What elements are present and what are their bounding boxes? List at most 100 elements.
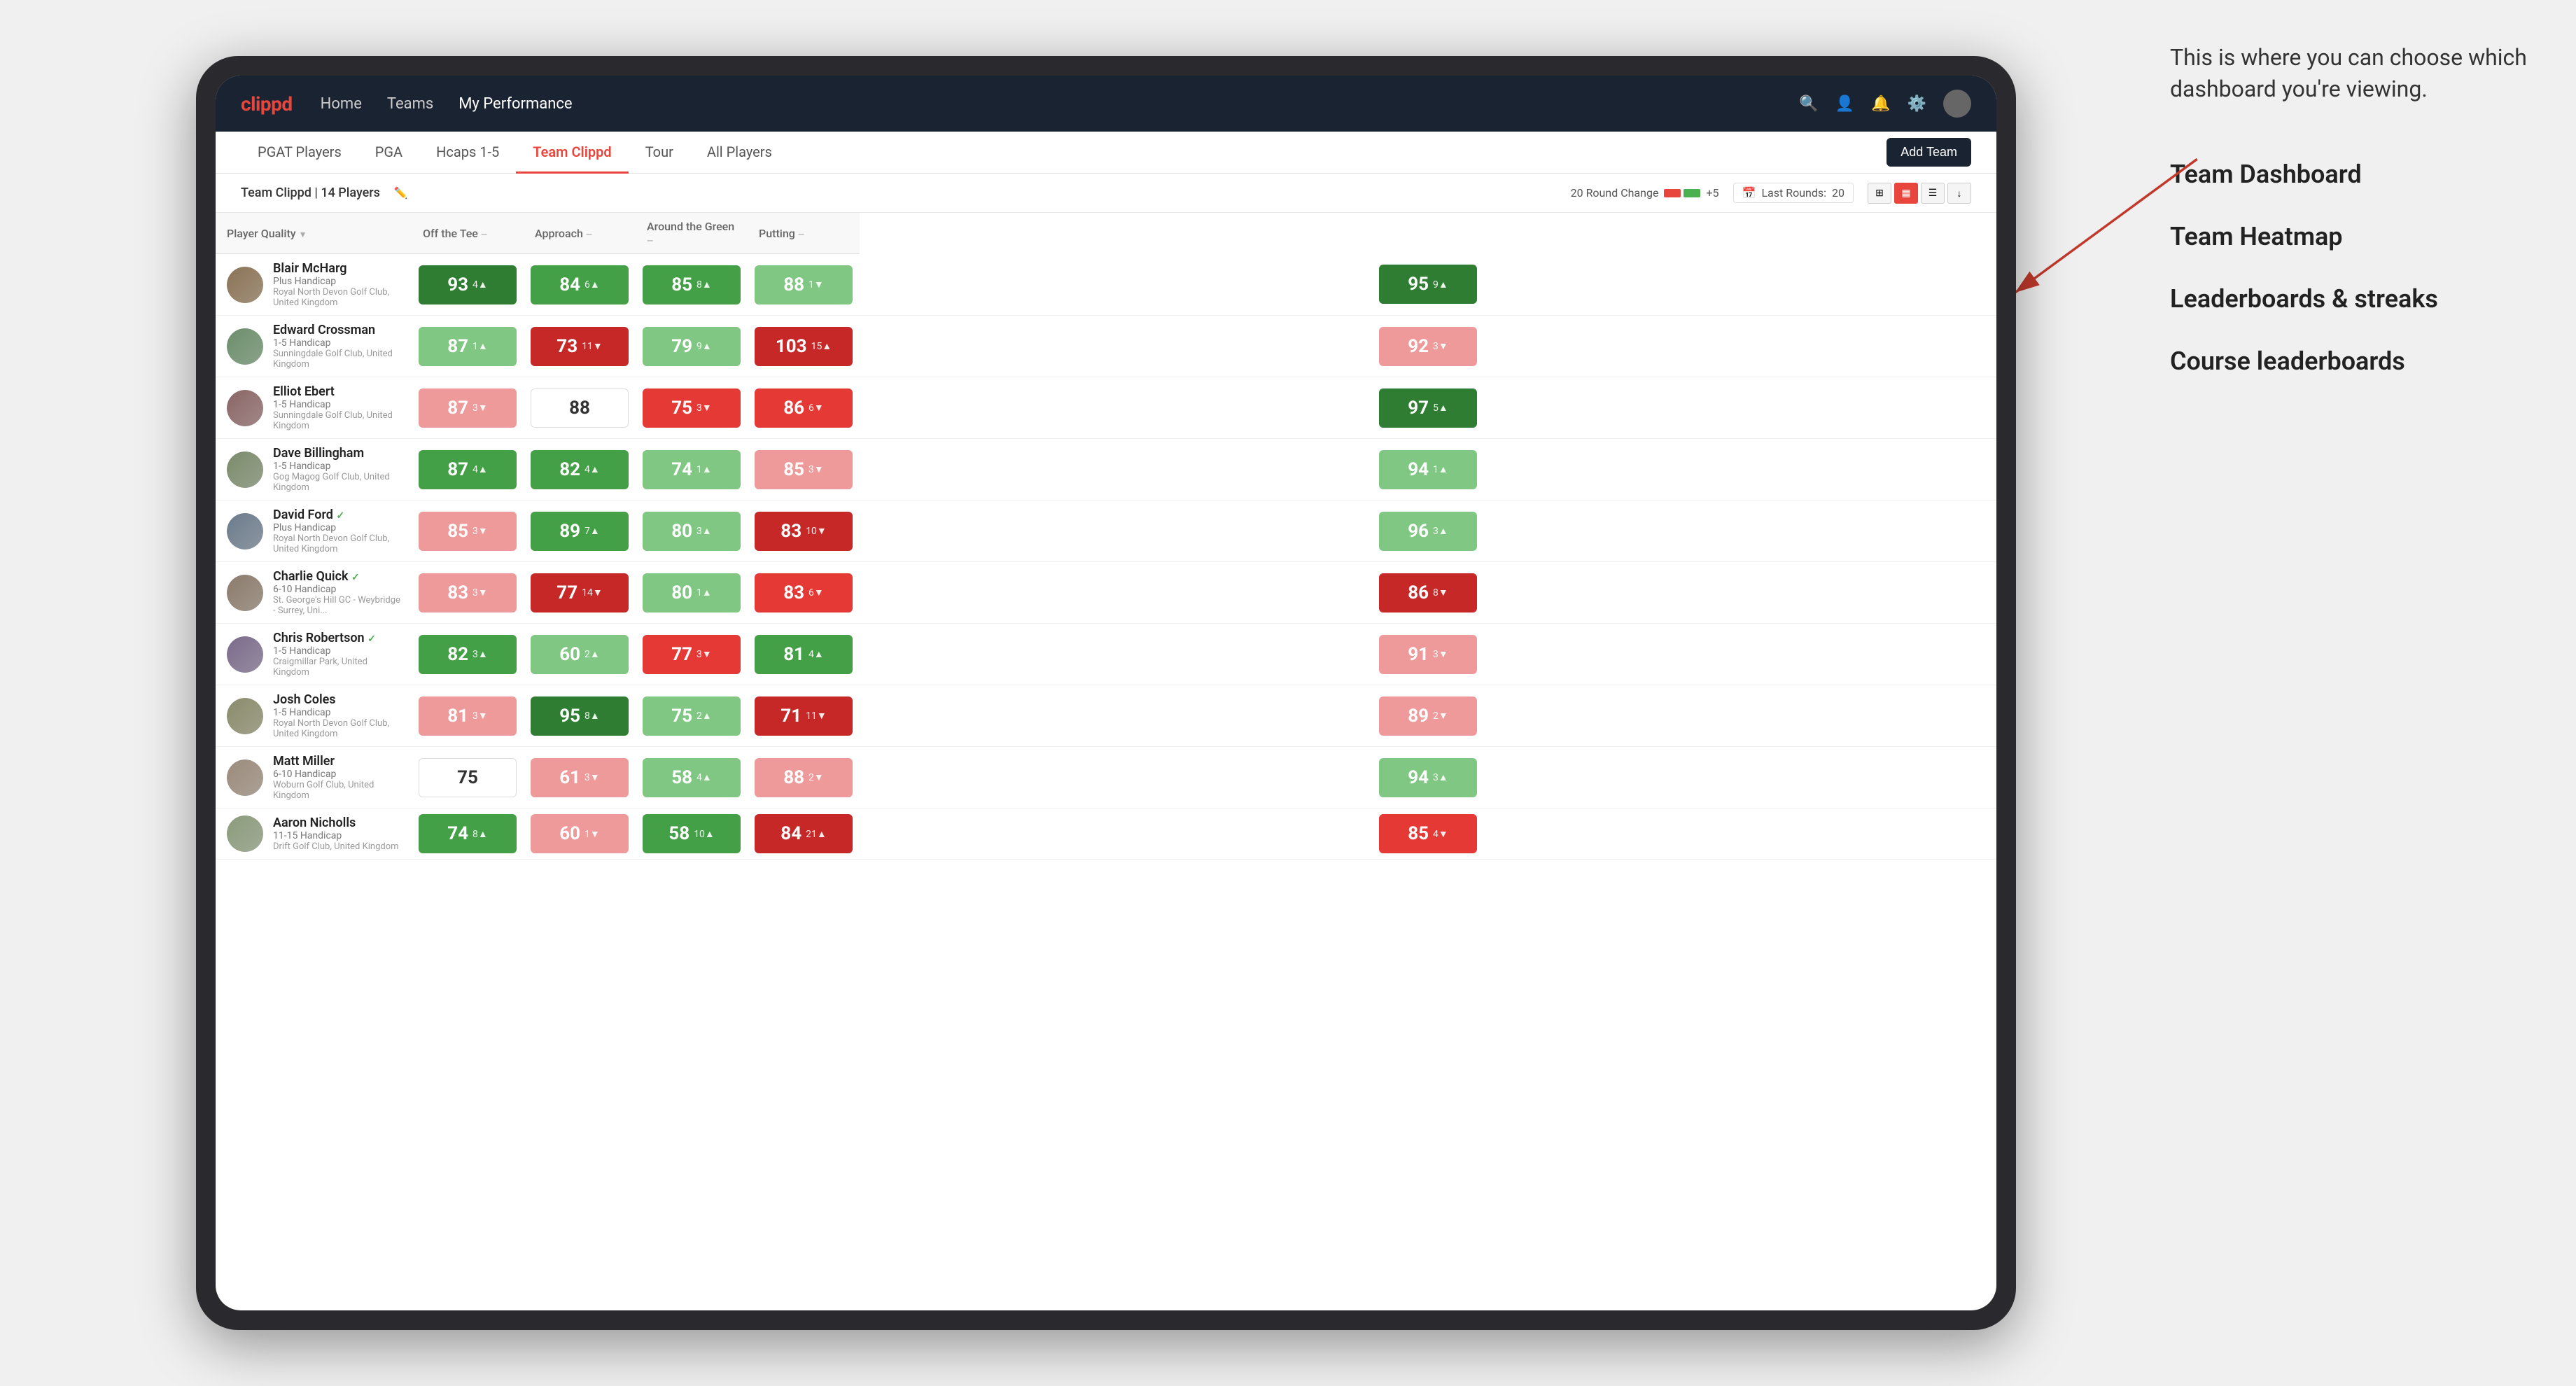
player-cell-chris-robertson: Chris Robertson ✓ 1-5 Handicap Craigmill… [216,624,412,685]
edit-team-icon[interactable]: ✏️ [394,186,408,200]
stat-off_tee-matt-miller: 61 3▼ [524,747,636,808]
stat-change: 3▲ [696,525,712,537]
stat-around_green-aaron-nicholls: 84 21▲ [748,808,860,860]
player-cell-edward-crossman: Edward Crossman 1-5 Handicap Sunningdale… [216,316,412,377]
stat-value: 83 [447,582,468,603]
tab-all-players[interactable]: All Players [690,132,789,174]
table-row[interactable]: Aaron Nicholls 11-15 Handicap Drift Golf… [216,808,1996,860]
nav-teams[interactable]: Teams [387,92,433,115]
stat-around_green-edward-crossman: 103 15▲ [748,316,860,377]
stat-putting-chris-robertson: 91 3▼ [860,624,1996,685]
bell-icon[interactable]: 🔔 [1871,95,1890,113]
stat-box: 103 15▲ [755,327,853,366]
download-button[interactable]: ↓ [1947,183,1971,204]
stat-approach-matt-miller: 58 4▲ [636,747,748,808]
th-player-quality[interactable]: Player Quality ▼ [216,213,412,254]
table-row[interactable]: David Ford ✓ Plus Handicap Royal North D… [216,500,1996,562]
player-info: Dave Billingham 1-5 Handicap Gog Magog G… [273,446,400,493]
th-around-green[interactable]: Around the Green — [636,213,748,254]
stat-value: 82 [447,644,468,665]
stat-change: 8▲ [696,279,712,290]
add-team-button[interactable]: Add Team [1886,138,1971,167]
stat-change: 3▼ [584,771,600,783]
stat-off_tee-aaron-nicholls: 60 1▼ [524,808,636,860]
nav-right: 🔍 👤 🔔 ⚙️ [1799,90,1971,118]
stat-value: 93 [447,274,468,295]
stat-value: 91 [1408,644,1429,665]
th-putting[interactable]: Putting — [748,213,860,254]
stat-box: 88 [531,388,629,428]
verified-icon: ✓ [336,510,344,522]
table-row[interactable]: Josh Coles 1-5 Handicap Royal North Devo… [216,685,1996,747]
stat-value: 60 [559,823,580,844]
stat-box: 58 4▲ [643,758,741,797]
stat-box: 85 8▲ [643,265,741,304]
table-row[interactable]: Matt Miller 6-10 Handicap Woburn Golf Cl… [216,747,1996,808]
tab-tour[interactable]: Tour [629,132,690,174]
stat-value: 80 [671,521,692,542]
th-approach[interactable]: Approach — [524,213,636,254]
stat-value: 86 [783,398,804,419]
stat-box: 86 6▼ [755,388,853,428]
last-rounds-control[interactable]: 📅 Last Rounds: 20 [1733,183,1854,203]
tab-hcaps-1-5[interactable]: Hcaps 1-5 [419,132,516,174]
stat-change: 9▲ [1433,279,1448,290]
stat-change: 1▲ [696,587,712,598]
search-icon[interactable]: 🔍 [1799,95,1818,113]
player-info: Chris Robertson ✓ 1-5 Handicap Craigmill… [273,631,400,678]
grid-view-button[interactable]: ⊞ [1868,183,1891,204]
stat-change: 1▲ [1433,463,1448,475]
stat-box: 84 6▲ [531,265,629,304]
stat-box: 85 3▼ [755,450,853,489]
heatmap-view-button[interactable]: ▦ [1894,183,1918,204]
tab-pga[interactable]: PGA [358,132,419,174]
tab-team-clippd[interactable]: Team Clippd [516,132,628,174]
player-cell-josh-coles: Josh Coles 1-5 Handicap Royal North Devo… [216,685,412,747]
stat-player_quality-david-ford: 85 3▼ [412,500,524,562]
stat-putting-matt-miller: 94 3▲ [860,747,1996,808]
stat-box: 83 6▼ [755,573,853,612]
toolbar: Team Clippd | 14 Players ✏️ 20 Round Cha… [216,174,1996,213]
stat-approach-david-ford: 80 3▲ [636,500,748,562]
user-icon[interactable]: 👤 [1835,95,1854,113]
table-row[interactable]: Elliot Ebert 1-5 Handicap Sunningdale Go… [216,377,1996,439]
tab-pgat-players[interactable]: PGAT Players [241,132,358,174]
player-avatar [227,575,263,611]
stat-change: 4▲ [808,648,824,660]
table-row[interactable]: Edward Crossman 1-5 Handicap Sunningdale… [216,316,1996,377]
stat-box: 77 3▼ [643,635,741,674]
nav-my-performance[interactable]: My Performance [458,92,572,115]
player-avatar [227,816,263,852]
round-change-control: 20 Round Change +5 [1571,186,1719,200]
settings-icon[interactable]: ⚙️ [1907,95,1926,113]
list-view-button[interactable]: ☰ [1921,183,1945,204]
stat-box: 93 4▲ [419,265,517,304]
th-off-tee[interactable]: Off the Tee — [412,213,524,254]
stat-player_quality-josh-coles: 81 3▼ [412,685,524,747]
stat-change: 6▼ [808,587,824,598]
player-cell-matt-miller: Matt Miller 6-10 Handicap Woburn Golf Cl… [216,747,412,808]
table-row[interactable]: Chris Robertson ✓ 1-5 Handicap Craigmill… [216,624,1996,685]
stat-box: 82 3▲ [419,635,517,674]
table-row[interactable]: Dave Billingham 1-5 Handicap Gog Magog G… [216,439,1996,500]
player-avatar [227,267,263,303]
stat-value: 75 [671,706,692,727]
stat-box: 92 3▼ [1379,327,1477,366]
stat-change: 21▲ [806,828,827,840]
player-handicap: 11-15 Handicap [273,830,399,841]
stat-value: 58 [671,767,692,788]
stat-change: 4▲ [472,463,488,475]
nav-home[interactable]: Home [321,92,362,115]
stat-box: 74 1▲ [643,450,741,489]
player-name: Edward Crossman [273,323,400,337]
tablet-screen: clippd Home Teams My Performance 🔍 👤 🔔 ⚙… [216,76,1996,1310]
table-body: Blair McHarg Plus Handicap Royal North D… [216,254,1996,860]
stat-box: 85 3▼ [419,512,517,551]
stat-value: 73 [556,336,578,357]
table-row[interactable]: Blair McHarg Plus Handicap Royal North D… [216,254,1996,316]
table-row[interactable]: Charlie Quick ✓ 6-10 Handicap St. George… [216,562,1996,624]
stat-value: 87 [447,459,468,480]
avatar[interactable] [1943,90,1971,118]
player-info: David Ford ✓ Plus Handicap Royal North D… [273,507,400,554]
player-cell-blair-mcharg: Blair McHarg Plus Handicap Royal North D… [216,254,412,316]
